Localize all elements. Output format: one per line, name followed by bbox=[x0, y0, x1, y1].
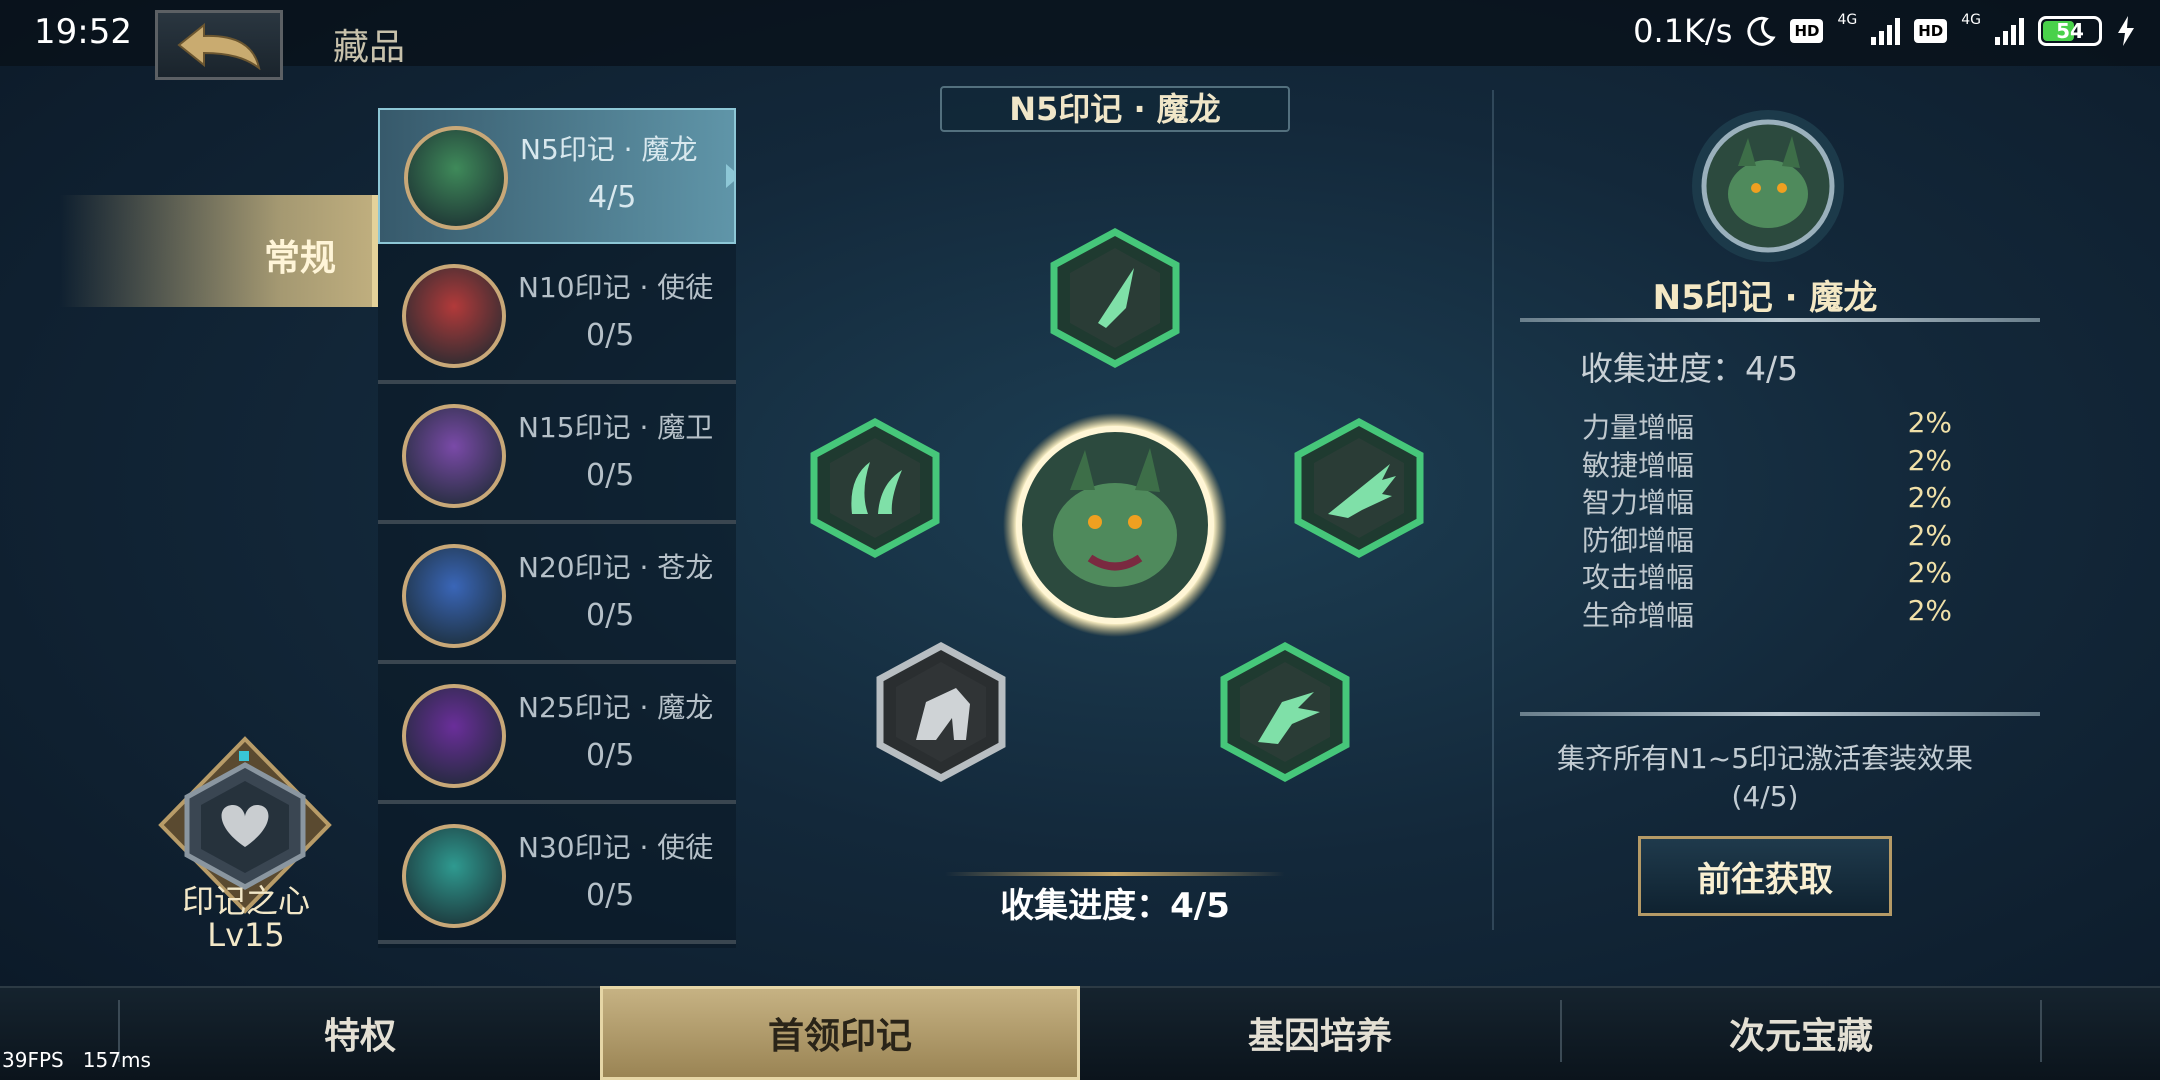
detail-progress: 收集进度：4/5 bbox=[1580, 349, 1799, 388]
page-title: 藏品 bbox=[333, 27, 406, 68]
mark-list[interactable]: N5印记 · 魔龙 4/5 N10印记 · 使徒 0/5 N15印记 · 魔卫 0/5 N2… bbox=[378, 108, 736, 948]
stat-value: 2% bbox=[1907, 518, 1952, 552]
boss-avatar bbox=[402, 684, 506, 788]
panel-divider bbox=[1492, 90, 1494, 930]
hd-badge-2: HD bbox=[1914, 19, 1948, 43]
stat-value: 2% bbox=[1907, 443, 1952, 477]
fragment-tooth-icon[interactable] bbox=[808, 418, 942, 558]
moon-icon bbox=[1747, 16, 1777, 46]
set-bonus-text: 集齐所有N1~5印记激活套装效果 (4/5) bbox=[1556, 742, 1974, 813]
battery-icon: 54 bbox=[2038, 16, 2102, 46]
mark-list-item[interactable]: N10印记 · 使徒 0/5 bbox=[378, 248, 736, 384]
net-speed: 0.1K/s bbox=[1633, 12, 1733, 50]
boss-avatar bbox=[402, 264, 506, 368]
mark-progress: 0/5 bbox=[586, 598, 635, 633]
mark-list-item[interactable]: N20印记 · 苍龙 0/5 bbox=[378, 528, 736, 664]
mark-progress: 0/5 bbox=[586, 878, 635, 913]
mark-progress: 0/5 bbox=[586, 458, 635, 493]
signal-icon-2 bbox=[1995, 17, 2024, 45]
center-progress: 收集进度：4/5 bbox=[1000, 886, 1230, 926]
mark-list-item[interactable]: N5印记 · 魔龙 4/5 bbox=[378, 108, 736, 244]
back-button[interactable] bbox=[155, 10, 283, 80]
stat-row: 智力增幅 2% bbox=[1582, 481, 1952, 521]
mark-name: N15印记 · 魔卫 bbox=[518, 411, 714, 444]
center-boss-portrait bbox=[1003, 413, 1227, 637]
stat-name: 攻击增幅 bbox=[1582, 561, 1695, 594]
mark-list-item[interactable]: N25印记 · 魔龙 0/5 bbox=[378, 668, 736, 804]
detail-name: N5印记 · 魔龙 bbox=[1652, 278, 1878, 318]
tab-dimension-treasure[interactable]: 次元宝藏 bbox=[1562, 986, 2040, 1080]
progress-divider bbox=[945, 872, 1285, 876]
boss-avatar bbox=[404, 126, 508, 230]
stat-name: 敏捷增幅 bbox=[1582, 448, 1695, 482]
stat-name: 力量增幅 bbox=[1582, 411, 1695, 444]
mark-name: N20印记 · 苍龙 bbox=[518, 551, 714, 584]
fps-readout: 39FPS 157ms bbox=[2, 1048, 151, 1072]
mark-name: N5印记 · 魔龙 bbox=[520, 133, 698, 166]
fragment-claw-icon[interactable] bbox=[1218, 642, 1352, 782]
hd-badge: HD bbox=[1790, 19, 1824, 43]
mark-list-item[interactable]: N30印记 · 使徒 0/5 bbox=[378, 808, 736, 944]
fragment-wing-icon[interactable] bbox=[1292, 418, 1426, 558]
stat-row: 防御增幅 2% bbox=[1582, 519, 1952, 559]
boss-avatar bbox=[402, 544, 506, 648]
tab-gene-training[interactable]: 基因培养 bbox=[1080, 986, 1560, 1080]
stat-value: 2% bbox=[1907, 406, 1952, 439]
go-obtain-button[interactable]: 前往获取 bbox=[1638, 836, 1892, 916]
heart-label: 印记之心 Lv15 bbox=[181, 882, 310, 954]
tab-separator bbox=[2040, 1000, 2042, 1062]
detail-separator-bottom bbox=[1520, 712, 2040, 716]
stat-row: 敏捷增幅 2% bbox=[1582, 444, 1952, 484]
fragment-leg-locked-icon[interactable] bbox=[874, 642, 1008, 782]
stat-row: 力量增幅 2% bbox=[1582, 406, 1952, 446]
mark-name: N10印记 · 使徒 bbox=[518, 271, 714, 304]
charging-icon bbox=[2118, 16, 2134, 46]
clock: 19:52 bbox=[34, 12, 132, 52]
stat-row: 攻击增幅 2% bbox=[1582, 556, 1952, 596]
fragment-horn-icon[interactable] bbox=[1048, 228, 1182, 368]
stat-value: 2% bbox=[1907, 556, 1952, 589]
boss-avatar bbox=[402, 824, 506, 928]
stat-name: 生命增幅 bbox=[1582, 598, 1695, 632]
stat-value: 2% bbox=[1907, 481, 1952, 514]
tab-privilege[interactable]: 特权 bbox=[120, 986, 600, 1080]
network-type-2: 4G bbox=[1961, 12, 1981, 28]
detail-portrait bbox=[1692, 110, 1844, 262]
stat-name: 防御增幅 bbox=[1582, 523, 1695, 557]
mark-name: N30印记 · 使徒 bbox=[518, 831, 714, 864]
stat-row: 生命增幅 2% bbox=[1582, 594, 1952, 634]
category-tab-regular[interactable]: 常规 bbox=[60, 195, 378, 307]
mark-progress: 0/5 bbox=[586, 738, 635, 773]
signal-icon bbox=[1871, 17, 1901, 45]
boss-avatar bbox=[402, 404, 506, 508]
mark-progress: 0/5 bbox=[586, 318, 635, 353]
system-status-icons: 0.1K/s HD 4G HD 4G 54 bbox=[1633, 12, 2136, 50]
stat-name: 智力增幅 bbox=[1582, 486, 1695, 519]
mark-list-item[interactable]: N15印记 · 魔卫 0/5 bbox=[378, 388, 736, 524]
center-title: N5印记 · 魔龙 bbox=[940, 86, 1290, 132]
back-arrow-icon bbox=[177, 22, 261, 70]
network-type: 4G bbox=[1837, 12, 1858, 28]
mark-progress: 4/5 bbox=[588, 180, 637, 215]
mark-name: N25印记 · 魔龙 bbox=[518, 691, 714, 724]
tab-boss-marks[interactable]: 首领印记 bbox=[600, 986, 1080, 1080]
category-label: 常规 bbox=[263, 237, 336, 279]
detail-separator-top bbox=[1520, 318, 2040, 322]
stat-value: 2% bbox=[1907, 593, 1952, 627]
